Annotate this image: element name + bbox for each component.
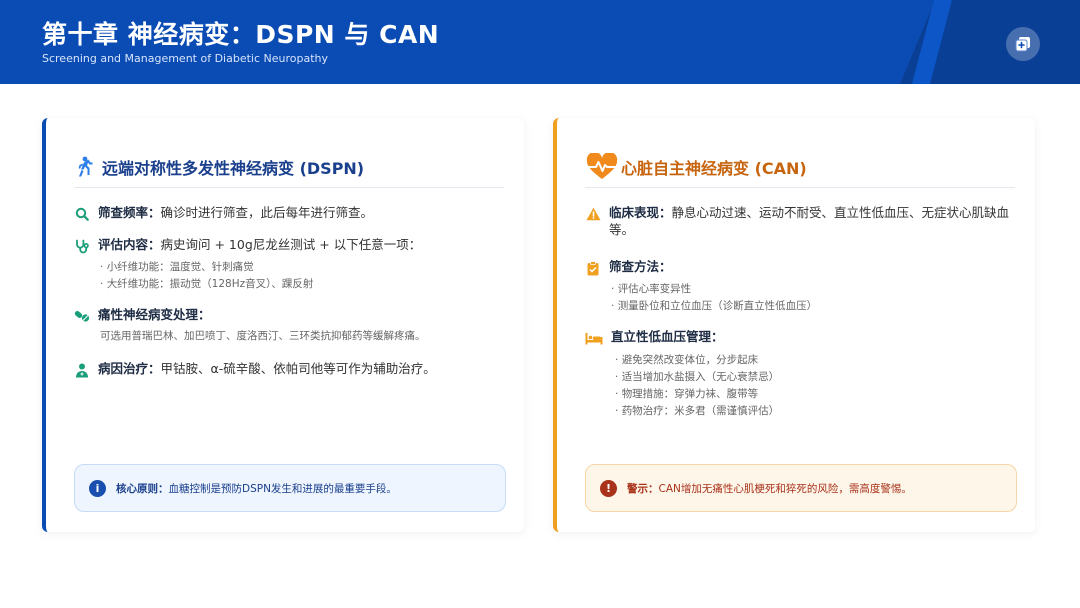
dspn-etiology-item: 病因治疗：甲钴胺、α-硫辛酸、依帕司他等可作为辅助治疗。 (74, 360, 514, 378)
pills-icon (74, 311, 90, 322)
bed-icon (585, 332, 603, 344)
can-hypotension-item: 直立性低血压管理： · 避免突然改变体位，分步起床 · 适当增加水盐摄入（无心衰… (585, 328, 1025, 420)
list-item: · 药物治疗：米多君（需谨慎评估） (615, 405, 780, 417)
doctor-icon (76, 363, 88, 377)
dspn-assessment-text: 病史询问 + 10g尼龙丝测试 + 以下任意一项： (160, 237, 422, 252)
page-subtitle: Screening and Management of Diabetic Neu… (42, 52, 328, 65)
list-item: · 避免突然改变体位，分步起床 (615, 354, 759, 366)
dspn-assessment-label: 评估内容： (98, 237, 161, 252)
can-card: 心脏自主神经病变 (CAN) 临床表现：静息心动过速、运动不耐受、直立性低血压、… (553, 118, 1035, 532)
dspn-card-header: 远端对称性多发性神经病变 (DSPN) (74, 146, 504, 188)
can-notice-text: CAN增加无痛性心肌梗死和猝死的风险，需高度警惕。 (658, 482, 912, 495)
can-notice-label: 警示： (627, 482, 659, 495)
list-item: · 测量卧位和立位血压（诊断直立性低血压） (611, 300, 818, 312)
can-card-header: 心脏自主神经病变 (CAN) (585, 146, 1015, 188)
dspn-screening-item: 筛查频率：确诊时进行筛查，此后每年进行筛查。 (74, 204, 514, 222)
dspn-screening-label: 筛查频率： (98, 205, 161, 220)
info-icon: i (89, 479, 106, 497)
can-clinical-item: 临床表现：静息心动过速、运动不耐受、直立性低血压、无症状心肌缺血等。 (585, 204, 1025, 238)
list-item: · 大纤维功能：振动觉（128Hz音叉）、踝反射 (100, 278, 314, 290)
heartbeat-icon (586, 152, 618, 179)
can-clinical-label: 临床表现： (609, 205, 672, 220)
copy-add-button[interactable] (1006, 27, 1040, 61)
dspn-core-principle-notice: i 核心原则：血糖控制是预防DSPN发生和进展的最重要手段。 (74, 464, 506, 512)
alert-circle-icon: ! (600, 479, 617, 497)
dspn-notice-text: 血糖控制是预防DSPN发生和进展的最重要手段。 (168, 482, 397, 495)
warning-icon (586, 207, 600, 221)
list-item: · 小纤维功能：温度觉、针刺痛觉 (100, 261, 254, 273)
can-screening-label: 筛查方法： (609, 259, 672, 274)
search-icon (75, 207, 89, 221)
can-screening-item: 筛查方法： · 评估心率变异性 · 测量卧位和立位血压（诊断直立性低血压） (585, 258, 1025, 315)
page-header: 第十章 神经病变：DSPN 与 CAN Screening and Manage… (0, 0, 1080, 84)
dspn-etiology-text: 甲钴胺、α-硫辛酸、依帕司他等可作为辅助治疗。 (160, 361, 436, 376)
page-title: 第十章 神经病变：DSPN 与 CAN (42, 20, 440, 49)
dspn-notice-label: 核心原则： (116, 482, 169, 495)
dspn-pain-label: 痛性神经病变处理： (98, 307, 211, 322)
can-title: 心脏自主神经病变 (CAN) (621, 158, 807, 178)
list-item: · 物理措施：穿弹力袜、腹带等 (615, 388, 759, 400)
dspn-title: 远端对称性多发性神经病变 (DSPN) (102, 158, 365, 178)
clipboard-check-icon (587, 260, 599, 275)
dspn-card: 远端对称性多发性神经病变 (DSPN) 筛查频率：确诊时进行筛查，此后每年进行筛… (42, 118, 524, 532)
dspn-screening-text: 确诊时进行筛查，此后每年进行筛查。 (160, 205, 374, 220)
list-item: · 适当增加水盐摄入（无心衰禁忌） (615, 371, 780, 383)
walking-person-icon (78, 156, 93, 176)
can-warning-notice: ! 警示：CAN增加无痛性心肌梗死和猝死的风险，需高度警惕。 (585, 464, 1017, 512)
dspn-etiology-label: 病因治疗： (98, 361, 161, 376)
dspn-pain-item: 痛性神经病变处理： 可选用普瑞巴林、加巴喷丁、度洛西汀、三环类抗抑郁药等缓解疼痛… (74, 306, 514, 345)
list-item: · 评估心率变异性 (611, 283, 692, 295)
dspn-assessment-item: 评估内容：病史询问 + 10g尼龙丝测试 + 以下任意一项： · 小纤维功能：温… (74, 236, 514, 293)
can-hypotension-label: 直立性低血压管理： (611, 329, 724, 344)
stethoscope-icon (75, 239, 89, 253)
dspn-pain-text: 可选用普瑞巴林、加巴喷丁、度洛西汀、三环类抗抑郁药等缓解疼痛。 (100, 330, 426, 342)
copy-add-icon (1015, 37, 1030, 52)
